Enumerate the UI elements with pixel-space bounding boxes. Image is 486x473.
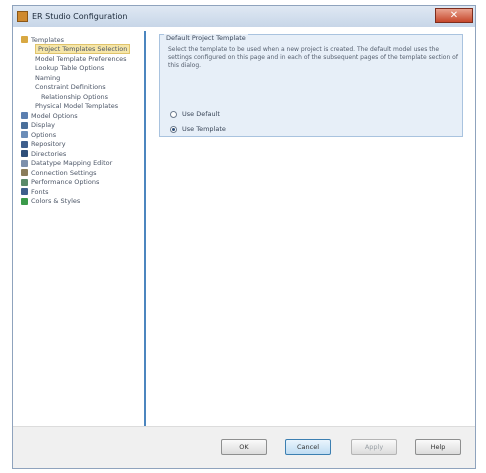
configuration-dialog: ER Studio Configuration ✕ Templates Proje… — [12, 5, 476, 469]
performance-icon — [21, 178, 28, 186]
tree-item[interactable]: Display — [21, 121, 141, 131]
display-icon — [21, 121, 28, 129]
radio-use-template[interactable]: Use Template — [170, 125, 226, 133]
tree-item-label: Colors & Styles — [31, 197, 81, 206]
group-title: Default Project Template — [164, 34, 248, 42]
tree-item[interactable]: Lookup Table Options — [21, 64, 141, 74]
tree-item[interactable]: Model Template Preferences — [21, 54, 141, 64]
tree-item-label: Project Templates Selection — [35, 44, 131, 55]
tree-item-label: Options — [31, 130, 57, 139]
radio-label: Use Default — [182, 110, 220, 118]
ok-button[interactable]: OK — [221, 439, 267, 455]
tree-item-label: Physical Model Templates — [35, 102, 119, 111]
radio-use-default[interactable]: Use Default — [170, 110, 220, 118]
help-button[interactable]: Help — [415, 439, 461, 455]
tree-item[interactable]: Model Options — [21, 111, 141, 121]
title-bar[interactable]: ER Studio Configuration ✕ — [13, 6, 475, 27]
tree-item[interactable]: Project Templates Selection — [21, 44, 141, 55]
close-button[interactable]: ✕ — [435, 8, 473, 23]
directories-icon — [21, 150, 28, 158]
options-icon — [21, 131, 28, 139]
tree-item-label: Datatype Mapping Editor — [31, 159, 113, 168]
button-bar: OK Cancel Apply Help — [13, 426, 475, 468]
tree-item[interactable]: Datatype Mapping Editor — [21, 159, 141, 169]
splitter[interactable] — [144, 31, 146, 449]
model-icon — [21, 112, 28, 120]
tree-item-label: Connection Settings — [31, 168, 97, 177]
tree-item[interactable]: Colors & Styles — [21, 197, 141, 207]
tree-item-label: Model Options — [31, 111, 78, 120]
tree-item[interactable]: Templates — [21, 35, 141, 45]
folder-icon — [21, 36, 28, 44]
tree-item[interactable]: Constraint Definitions — [21, 83, 141, 93]
dialog-body: Templates Project Templates Selection Mode… — [13, 27, 475, 468]
tree-item[interactable]: Performance Options — [21, 178, 141, 188]
options-tree: Templates Project Templates Selection Mode… — [21, 35, 141, 435]
tree-item[interactable]: Physical Model Templates — [21, 102, 141, 112]
radio-button[interactable] — [170, 125, 177, 133]
datatype-icon — [21, 159, 28, 167]
tree-item-label: Naming — [35, 73, 61, 82]
tree-item-label: Repository — [31, 140, 66, 149]
connection-icon — [21, 169, 28, 177]
tree-item-label: Display — [31, 121, 55, 130]
tree-item-label: Constraint Definitions — [35, 83, 106, 92]
apply-button[interactable]: Apply — [351, 439, 397, 455]
tree-item-label: Templates — [31, 35, 65, 44]
tree-item[interactable]: Relationship Options — [21, 92, 141, 102]
default-project-template-group: Default Project Template Select the temp… — [159, 34, 463, 137]
cancel-button[interactable]: Cancel — [285, 439, 331, 455]
colors-icon — [21, 197, 28, 205]
tree-item[interactable]: Directories — [21, 149, 141, 159]
tree-item[interactable]: Naming — [21, 73, 141, 83]
tree-item[interactable]: Fonts — [21, 187, 141, 197]
tree-item[interactable]: Repository — [21, 140, 141, 150]
tree-item[interactable]: Options — [21, 130, 141, 140]
radio-button[interactable] — [170, 110, 177, 118]
tree-item-label: Directories — [31, 149, 67, 158]
tree-item[interactable]: Connection Settings — [21, 168, 141, 178]
window-title: ER Studio Configuration — [32, 12, 128, 21]
tree-item-label: Relationship Options — [41, 92, 109, 101]
repository-icon — [21, 140, 28, 148]
group-description: Select the template to be used when a ne… — [168, 46, 458, 69]
fonts-icon — [21, 188, 28, 196]
radio-label: Use Template — [182, 125, 226, 133]
tree-item-label: Lookup Table Options — [35, 64, 105, 73]
tree-item-label: Performance Options — [31, 178, 100, 187]
app-icon — [17, 11, 28, 22]
tree-item-label: Model Template Preferences — [35, 54, 127, 63]
tree-item-label: Fonts — [31, 187, 49, 196]
